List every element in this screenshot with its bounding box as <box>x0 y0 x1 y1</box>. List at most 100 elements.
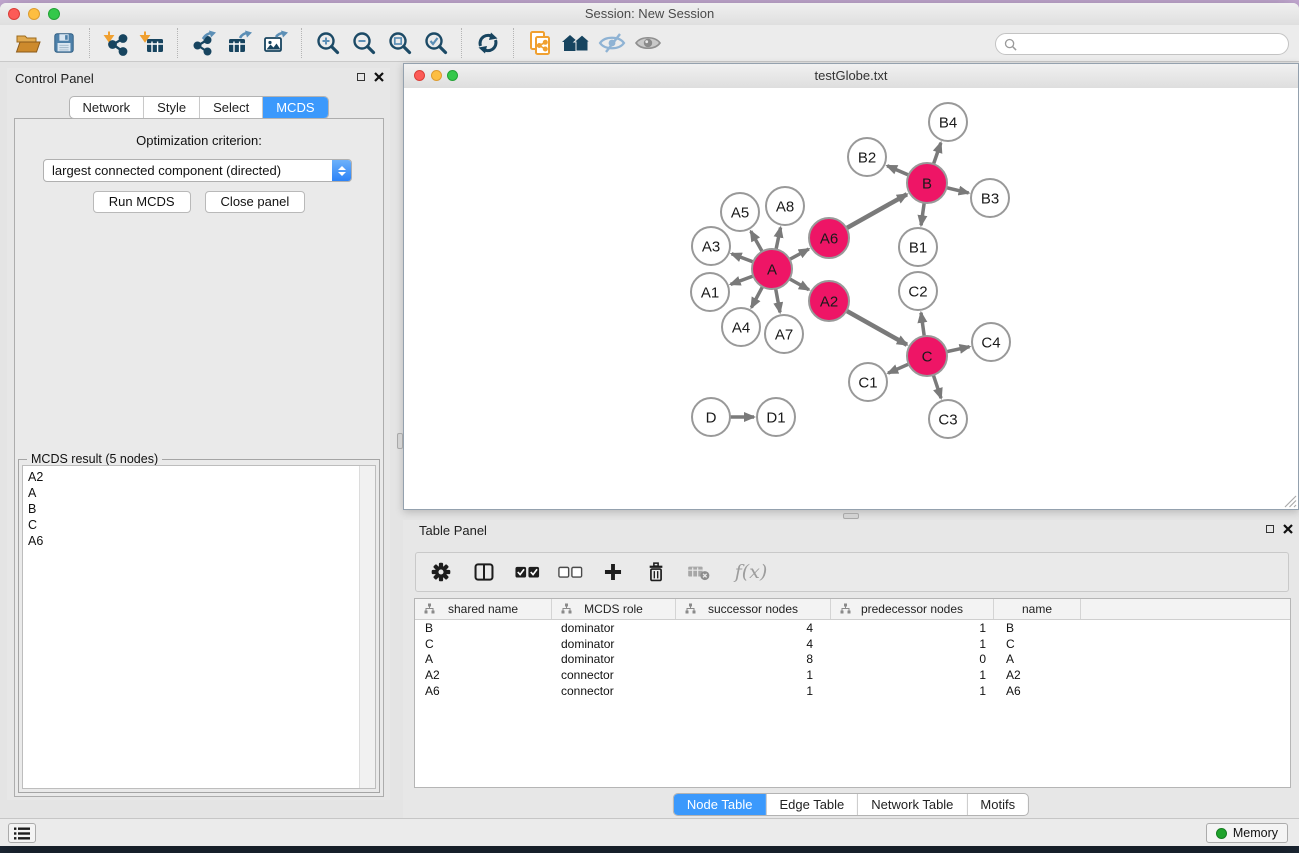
close-panel-icon[interactable] <box>1283 524 1293 534</box>
show-all-button[interactable] <box>630 27 666 59</box>
table-cell[interactable]: 1 <box>676 668 831 682</box>
graph-node-A3[interactable]: A3 <box>692 227 730 265</box>
graph-node-A[interactable]: A <box>752 249 792 289</box>
tab-node-table[interactable]: Node Table <box>674 794 766 815</box>
tab-edge-table[interactable]: Edge Table <box>765 794 857 815</box>
tab-network[interactable]: Network <box>69 97 143 118</box>
graph-node-A6[interactable]: A6 <box>809 218 849 258</box>
table-cell[interactable]: 0 <box>831 652 994 666</box>
resize-grip-icon[interactable] <box>1283 494 1297 508</box>
mcds-result-item[interactable]: A6 <box>23 533 359 549</box>
close-panel-icon[interactable] <box>374 72 384 82</box>
table-cell[interactable]: A <box>994 652 1081 666</box>
table-cell[interactable]: C <box>415 637 552 651</box>
table-cell[interactable]: dominator <box>552 652 676 666</box>
table-row[interactable]: Bdominator41B <box>415 620 1290 636</box>
table-row[interactable]: Adominator80A <box>415 652 1290 668</box>
close-panel-button[interactable]: Close panel <box>205 191 306 213</box>
table-cell[interactable]: 1 <box>831 684 994 698</box>
graph-node-B1[interactable]: B1 <box>899 228 937 266</box>
tab-motifs[interactable]: Motifs <box>966 794 1028 815</box>
table-cell[interactable]: 8 <box>676 652 831 666</box>
mcds-result-list[interactable]: A2ABCA6 <box>22 465 376 789</box>
column-header-successor-nodes[interactable]: successor nodes <box>676 599 831 619</box>
tab-style[interactable]: Style <box>143 97 199 118</box>
table-cell[interactable]: dominator <box>552 637 676 651</box>
refresh-network-button[interactable] <box>470 27 506 59</box>
run-mcds-button[interactable]: Run MCDS <box>93 191 191 213</box>
network-from-selection-button[interactable] <box>522 27 558 59</box>
show-column-button[interactable] <box>471 558 497 586</box>
memory-button[interactable]: Memory <box>1206 823 1288 843</box>
select-all-columns-button[interactable] <box>514 558 540 586</box>
graph-node-B[interactable]: B <box>907 163 947 203</box>
graph-node-D1[interactable]: D1 <box>757 398 795 436</box>
delete-table-button[interactable] <box>686 558 712 586</box>
import-table-button[interactable] <box>134 27 170 59</box>
table-cell[interactable]: 1 <box>831 668 994 682</box>
table-cell[interactable]: C <box>994 637 1081 651</box>
open-file-button[interactable] <box>10 27 46 59</box>
function-builder-button[interactable]: f(x) <box>729 558 773 586</box>
graph-node-A8[interactable]: A8 <box>766 187 804 225</box>
tab-select[interactable]: Select <box>199 97 262 118</box>
export-network-button[interactable] <box>186 27 222 59</box>
show-panels-button[interactable] <box>8 823 36 843</box>
graph-node-C1[interactable]: C1 <box>849 363 887 401</box>
column-header-name[interactable]: name <box>994 599 1081 619</box>
network-graph[interactable]: B4B2BB3A5A8A6B1A3AC2A1A2A4A7C4CC1C3DD1 <box>404 88 1298 509</box>
float-panel-icon[interactable] <box>1266 525 1274 533</box>
table-cell[interactable]: 4 <box>676 637 831 651</box>
table-cell[interactable]: A <box>415 652 552 666</box>
list-scrollbar[interactable] <box>359 466 375 788</box>
table-cell[interactable]: connector <box>552 684 676 698</box>
import-network-button[interactable] <box>98 27 134 59</box>
delete-columns-button[interactable] <box>643 558 669 586</box>
zoom-fit-button[interactable] <box>382 27 418 59</box>
tab-network-table[interactable]: Network Table <box>857 794 966 815</box>
splitter-handle-left[interactable] <box>397 433 403 449</box>
graph-node-B4[interactable]: B4 <box>929 103 967 141</box>
table-cell[interactable]: B <box>415 621 552 635</box>
table-row[interactable]: A2connector11A2 <box>415 667 1290 683</box>
table-cell[interactable]: connector <box>552 668 676 682</box>
zoom-out-button[interactable] <box>346 27 382 59</box>
search-input[interactable] <box>1022 36 1280 52</box>
table-cell[interactable]: A6 <box>994 684 1081 698</box>
save-session-button[interactable] <box>46 27 82 59</box>
graph-node-C3[interactable]: C3 <box>929 400 967 438</box>
search-field[interactable] <box>995 33 1289 55</box>
column-header-mcds-role[interactable]: MCDS role <box>552 599 676 619</box>
hide-selected-button[interactable] <box>594 27 630 59</box>
graph-node-A1[interactable]: A1 <box>691 273 729 311</box>
table-cell[interactable]: 1 <box>676 684 831 698</box>
unselect-all-columns-button[interactable] <box>557 558 583 586</box>
zoom-selected-button[interactable] <box>418 27 454 59</box>
table-cell[interactable]: 1 <box>831 637 994 651</box>
graph-node-B2[interactable]: B2 <box>848 138 886 176</box>
graph-node-A4[interactable]: A4 <box>722 308 760 346</box>
graph-node-A7[interactable]: A7 <box>765 315 803 353</box>
mcds-result-item[interactable]: A <box>23 485 359 501</box>
table-options-button[interactable] <box>428 558 454 586</box>
table-row[interactable]: Cdominator41C <box>415 636 1290 652</box>
graph-node-A5[interactable]: A5 <box>721 193 759 231</box>
table-cell[interactable]: dominator <box>552 621 676 635</box>
graph-node-C2[interactable]: C2 <box>899 272 937 310</box>
graph-node-B3[interactable]: B3 <box>971 179 1009 217</box>
table-cell[interactable]: A2 <box>994 668 1081 682</box>
create-column-button[interactable] <box>600 558 626 586</box>
export-table-button[interactable] <box>222 27 258 59</box>
mcds-result-item[interactable]: C <box>23 517 359 533</box>
export-image-button[interactable] <box>258 27 294 59</box>
graph-node-D[interactable]: D <box>692 398 730 436</box>
column-header-shared-name[interactable]: shared name <box>415 599 552 619</box>
mcds-result-item[interactable]: B <box>23 501 359 517</box>
zoom-in-button[interactable] <box>310 27 346 59</box>
graph-node-C[interactable]: C <box>907 336 947 376</box>
table-cell[interactable]: B <box>994 621 1081 635</box>
network-canvas[interactable]: B4B2BB3A5A8A6B1A3AC2A1A2A4A7C4CC1C3DD1 <box>404 88 1298 509</box>
table-row[interactable]: A6connector11A6 <box>415 683 1290 699</box>
table-cell[interactable]: 1 <box>831 621 994 635</box>
mcds-result-item[interactable]: A2 <box>23 469 359 485</box>
